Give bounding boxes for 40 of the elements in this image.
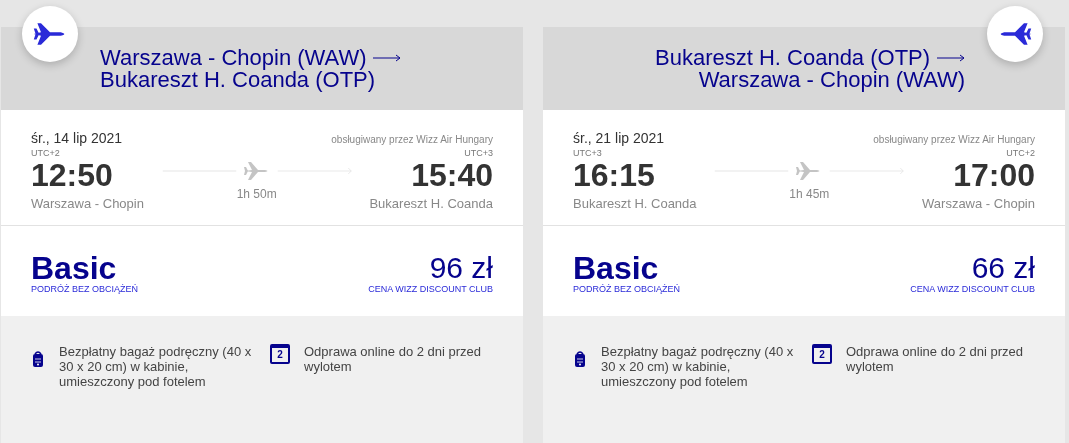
timezone-label: UTC+2 (31, 148, 61, 158)
price: 66 zł (971, 252, 1035, 284)
price-label: CENA WIZZ DISCOUNT CLUB (910, 284, 1035, 294)
operator-text: obsługiwany przez Wizz Air Hungary (331, 134, 493, 145)
airport-name: Bukareszt H. Coanda (573, 196, 697, 211)
fare-name: Basic (31, 252, 117, 284)
flight-date: śr., 21 lip 2021 (573, 130, 665, 146)
arrival-time: 15:40 (411, 158, 493, 192)
benefit-text: Odprawa online do 2 dni przed wylotem (846, 344, 1025, 374)
calendar-icon: 2 (270, 344, 290, 364)
backpack-icon (573, 350, 587, 368)
departure-time: 12:50 (31, 158, 114, 192)
fare-subtitle: PODRÓŻ BEZ OBCIĄŻEŃ (573, 284, 680, 294)
fare-subtitle: PODRÓŻ BEZ OBCIĄŻEŃ (31, 284, 138, 294)
fare-name: Basic (573, 252, 659, 284)
route-origin: Warszawa - Chopin (WAW) (100, 46, 367, 69)
arrow-icon (936, 52, 966, 63)
route-destination: Bukareszt H. Coanda (OTP) (100, 68, 376, 91)
arrival-time: 17:00 (953, 158, 1035, 192)
flight-duration: 1h 50m (236, 186, 277, 201)
flight-duration: 1h 45m (789, 186, 830, 201)
timezone-label: UTC+2 (1006, 148, 1035, 158)
price-label: CENA WIZZ DISCOUNT CLUB (368, 284, 493, 294)
airport-name: Bukareszt H. Coanda (369, 196, 493, 211)
timezone-label: UTC+3 (464, 148, 493, 158)
benefit-text: Odprawa online do 2 dni przed wylotem (304, 344, 483, 374)
route-destination: Warszawa - Chopin (WAW) (698, 68, 966, 91)
route-origin: Bukareszt H. Coanda (OTP) (655, 46, 931, 69)
airport-name: Warszawa - Chopin (922, 196, 1035, 211)
timezone-label: UTC+3 (573, 148, 603, 158)
airport-name: Warszawa - Chopin (31, 196, 144, 211)
departure-time: 16:15 (573, 158, 656, 192)
price: 96 zł (429, 252, 493, 284)
arrow-icon (372, 52, 402, 63)
flight-date: śr., 14 lip 2021 (31, 130, 123, 146)
benefit-text: Bezpłatny bagaż podręczny (40 x 30 x 20 cm) w kabinie, umieszczony pod fotelem (59, 344, 253, 389)
benefit-text: Bezpłatny bagaż podręczny (40 x 30 x 20 cm) w kabinie, umieszczony pod fotelem (601, 344, 795, 389)
backpack-icon (31, 350, 45, 368)
calendar-icon: 2 (812, 344, 832, 364)
operator-text: obsługiwany przez Wizz Air Hungary (873, 134, 1035, 145)
